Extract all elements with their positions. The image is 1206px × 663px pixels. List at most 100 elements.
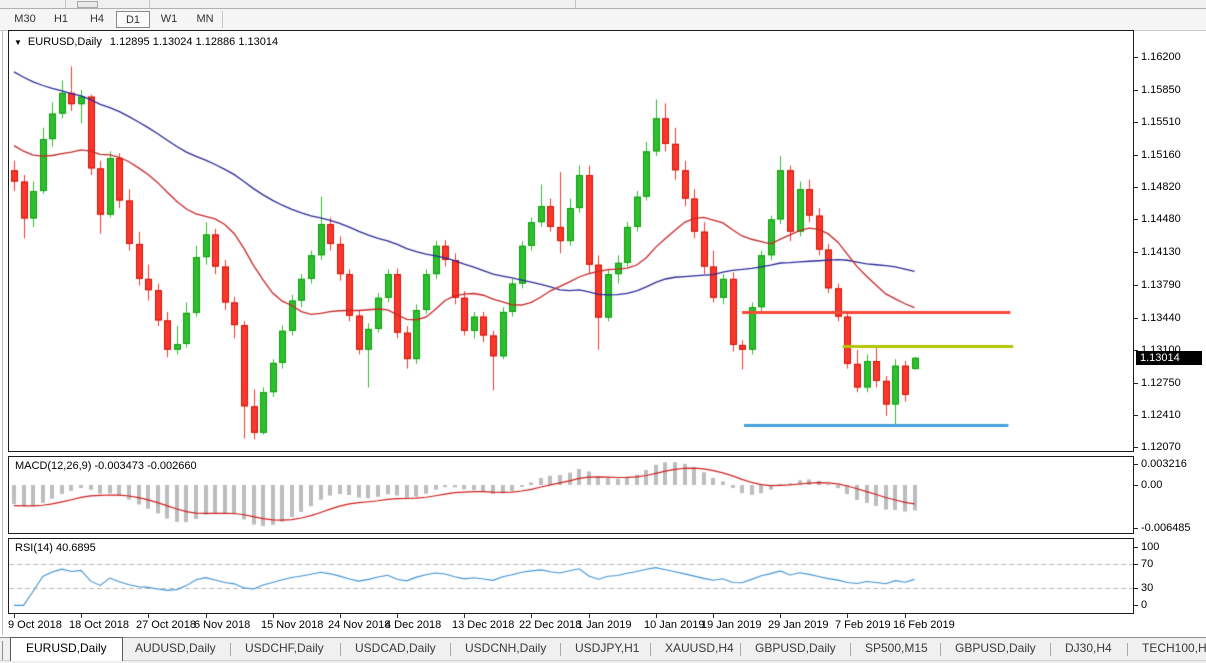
axis-tick-mark xyxy=(1133,187,1138,188)
time-tick-mark xyxy=(847,614,848,618)
current-price-badge: 1.13014 xyxy=(1136,351,1202,365)
time-tick-label: 6 Nov 2018 xyxy=(194,619,250,631)
rsi-tick-label: 0 xyxy=(1141,599,1147,611)
axis-tick-mark xyxy=(1133,155,1138,156)
chart-tab-dj30-h4[interactable]: DJ30,H4 xyxy=(1050,638,1127,660)
chart-tab-tech100-h1[interactable]: TECH100,H1 xyxy=(1127,638,1206,660)
window-left-edge xyxy=(2,31,3,635)
tf-button-mn[interactable]: MN xyxy=(188,11,222,28)
time-tick-label: 9 Oct 2018 xyxy=(8,619,62,631)
rsi-tick-label: 100 xyxy=(1141,541,1159,553)
price-chart-canvas[interactable] xyxy=(9,31,1133,451)
time-tick-label: 24 Nov 2018 xyxy=(328,619,390,631)
chart-tab-usdchf-daily[interactable]: USDCHF,Daily xyxy=(230,638,339,660)
time-axis[interactable]: 9 Oct 2018 18 Oct 2018 27 Oct 20186 Nov 20… xyxy=(8,614,1134,636)
axis-tick-mark xyxy=(1133,219,1138,220)
time-tick-label: 19 Jan 2019 xyxy=(701,619,762,631)
chart-title: ▼ EURUSD,Daily 1.12895 1.13024 1.12886 1.1… xyxy=(14,36,278,48)
rsi-indicator-panel[interactable]: RSI(14) 40.6895 xyxy=(8,538,1134,614)
axis-tick-mark xyxy=(1133,415,1138,416)
macd-tick-label: -0.006485 xyxy=(1141,522,1191,534)
axis-tick-mark xyxy=(1133,57,1138,58)
tf-button-h4[interactable]: H4 xyxy=(80,11,114,28)
time-tick-mark xyxy=(531,614,532,618)
time-tick-mark xyxy=(656,614,657,618)
axis-tick-mark xyxy=(1133,485,1138,486)
time-tick-mark xyxy=(464,614,465,618)
rsi-tick-label: 70 xyxy=(1141,558,1153,570)
chart-ohlc-quote: 1.12895 1.13024 1.12886 1.13014 xyxy=(110,36,278,48)
chart-tab-usdjpy-h1[interactable]: USDJPY,H1 xyxy=(560,638,654,660)
chart-dropdown-icon[interactable]: ▼ xyxy=(14,38,22,47)
chart-tab-audusd-daily[interactable]: AUDUSD,Daily xyxy=(120,638,231,660)
price-tick-label: 1.14130 xyxy=(1141,246,1181,258)
time-tick-label: 27 Oct 2018 xyxy=(136,619,196,631)
price-tick-label: 1.14480 xyxy=(1141,213,1181,225)
axis-tick-mark xyxy=(1133,285,1138,286)
time-tick-mark xyxy=(81,614,82,618)
toolbar-separator xyxy=(149,0,150,8)
macd-label: MACD(12,26,9) -0.003473 -0.002660 xyxy=(15,460,197,472)
time-tick-label: 1 Jan 2019 xyxy=(577,619,631,631)
chart-tab-sp500-m15[interactable]: SP500,M15 xyxy=(850,638,943,660)
axis-tick-mark xyxy=(1133,318,1138,319)
price-tick-label: 1.12750 xyxy=(1141,377,1181,389)
time-tick-label: 15 Nov 2018 xyxy=(261,619,323,631)
price-tick-label: 1.16200 xyxy=(1141,51,1181,63)
time-tick-mark xyxy=(340,614,341,618)
macd-values: -0.003473 -0.002660 xyxy=(94,460,196,472)
price-tick-label: 1.15160 xyxy=(1141,149,1181,161)
price-tick-label: 1.14820 xyxy=(1141,181,1181,193)
axis-tick-mark xyxy=(1133,122,1138,123)
rsi-label: RSI(14) 40.6895 xyxy=(15,542,96,554)
time-tick-label: 7 Feb 2019 xyxy=(835,619,891,631)
price-tick-label: 1.12070 xyxy=(1141,441,1181,453)
chart-tab-usdcad-daily[interactable]: USDCAD,Daily xyxy=(340,638,451,660)
axis-tick-mark xyxy=(1133,547,1138,548)
toolbar-button-pressed[interactable] xyxy=(77,1,98,8)
toolbar-separator xyxy=(65,0,66,8)
time-tick-mark xyxy=(148,614,149,618)
tf-button-h1[interactable]: H1 xyxy=(44,11,78,28)
time-tick-mark xyxy=(14,614,15,618)
time-tick-mark xyxy=(589,614,590,618)
price-tick-label: 1.15850 xyxy=(1141,84,1181,96)
axis-tick-mark xyxy=(1133,383,1138,384)
time-tick-label: 29 Jan 2019 xyxy=(768,619,829,631)
time-tick-label: 18 Oct 2018 xyxy=(69,619,129,631)
price-tick-label: 1.15510 xyxy=(1141,116,1181,128)
axis-tick-mark xyxy=(1133,252,1138,253)
time-tick-mark xyxy=(905,614,906,618)
chart-tab-xauusd-h4[interactable]: XAUUSD,H4 xyxy=(650,638,749,660)
tf-button-m30[interactable]: M30 xyxy=(8,11,42,28)
tf-button-w1[interactable]: W1 xyxy=(152,11,186,28)
time-tick-label: 10 Jan 2019 xyxy=(644,619,705,631)
timeframe-toolbar: M30H1H4D1W1MN xyxy=(0,9,1206,31)
axis-tick-mark xyxy=(1133,588,1138,589)
macd-tick-label: 0.003216 xyxy=(1141,458,1187,470)
chart-tab-gbpusd-daily[interactable]: GBPUSD,Daily xyxy=(740,638,851,660)
chart-tab-usdcnh-daily[interactable]: USDCNH,Daily xyxy=(450,638,561,660)
price-axis[interactable]: 1.16200 1.15850 1.15510 1.15160 1.14820 1.144… xyxy=(1132,0,1206,640)
axis-tick-mark xyxy=(1133,605,1138,606)
price-tick-label: 1.13440 xyxy=(1141,312,1181,324)
time-tick-label: 13 Dec 2018 xyxy=(452,619,514,631)
time-tick-label: 4 Dec 2018 xyxy=(385,619,441,631)
rsi-value: 40.6895 xyxy=(56,542,96,554)
toolbar-separator xyxy=(575,0,576,8)
chart-tab-eurusd-daily[interactable]: EURUSD,Daily xyxy=(10,637,123,661)
tf-button-d1[interactable]: D1 xyxy=(116,11,150,28)
chart-symbol-label: EURUSD,Daily xyxy=(28,36,102,48)
toolbar-separator xyxy=(222,11,223,28)
axis-tick-mark xyxy=(1133,90,1138,91)
time-tick-mark xyxy=(780,614,781,618)
axis-tick-mark xyxy=(1133,447,1138,448)
chart-tab-gbpusd-daily[interactable]: GBPUSD,Daily xyxy=(940,638,1051,660)
price-chart-panel[interactable]: ▼ EURUSD,Daily 1.12895 1.13024 1.12886 1.1… xyxy=(8,30,1134,452)
time-tick-mark xyxy=(206,614,207,618)
rsi-canvas[interactable] xyxy=(9,539,1133,613)
time-tick-mark xyxy=(713,614,714,618)
macd-indicator-panel[interactable]: MACD(12,26,9) -0.003473 -0.002660 xyxy=(8,456,1134,534)
axis-tick-mark xyxy=(1133,464,1138,465)
time-tick-label: 16 Feb 2019 xyxy=(893,619,955,631)
